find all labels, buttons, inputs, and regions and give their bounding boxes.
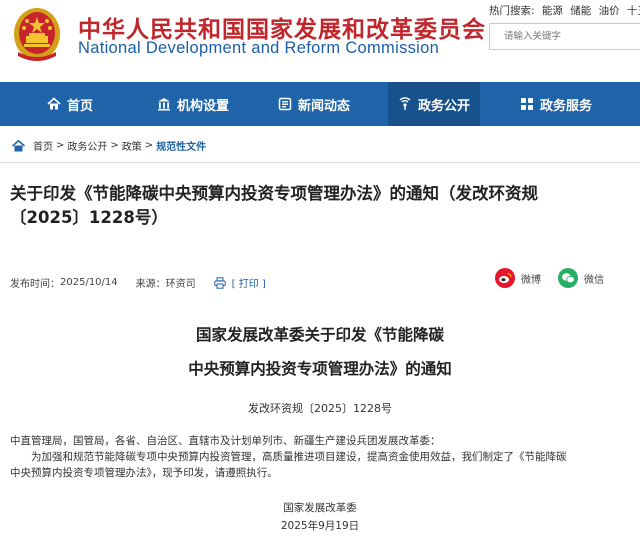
source-label: 来源：: [135, 279, 166, 290]
building-icon: [158, 98, 170, 111]
share-weibo-label: 微博: [521, 274, 541, 286]
nav-item-news[interactable]: 新闻动态: [278, 82, 350, 126]
breadcrumb: 首页 > 政务公开 > 政策 > 规范性文件: [12, 138, 206, 153]
breadcrumb-item-government-affairs[interactable]: 政务公开: [67, 138, 107, 153]
document-signatory: 国家发展改革委: [283, 502, 357, 514]
site-header: 中华人民共和国国家发展和改革委员会 National Development a…: [0, 0, 640, 82]
share-wechat-button[interactable]: 微信: [558, 268, 604, 288]
article-title-line: 关于印发《节能降碳中央预算内投资专项管理办法》的通知（发改环资规: [10, 184, 538, 203]
weibo-icon: [495, 268, 515, 288]
article-title: 关于印发《节能降碳中央预算内投资专项管理办法》的通知（发改环资规 〔2025〕1…: [10, 182, 610, 230]
breadcrumb-separator: >: [56, 140, 65, 151]
nav-item-organization[interactable]: 机构设置: [157, 82, 229, 126]
hot-search-term[interactable]: 能源: [542, 5, 563, 17]
divider: [0, 162, 640, 163]
breadcrumb-separator: >: [144, 140, 154, 151]
nav-item-home[interactable]: 首页: [47, 82, 93, 126]
news-icon: [278, 97, 292, 111]
nav-item-services[interactable]: 政务服务: [520, 82, 592, 126]
hot-search-term[interactable]: 油价: [599, 5, 620, 17]
home-icon: [47, 97, 61, 110]
nav-item-label: 机构设置: [177, 98, 230, 114]
hot-search-term[interactable]: 十五五: [627, 5, 640, 17]
hot-search: 热门搜索: 能源 储能 油价 十五五: [489, 3, 640, 18]
document-heading-line: 国家发展改革委关于印发《节能降碳: [195, 326, 444, 344]
main-nav: 首页 机构设置 新闻动态 政务公开 政务服务: [0, 82, 640, 126]
site-name-en[interactable]: National Development and Reform Commissi…: [78, 39, 439, 58]
document-recipients: 中直管理局，国管局，各省、自治区、直辖市及计划单列市、新疆生产建设兵团发展改革委…: [10, 435, 441, 447]
print-label: [ 打印 ]: [231, 279, 266, 290]
breadcrumb-separator: >: [110, 140, 119, 151]
share-wechat-label: 微信: [584, 274, 604, 286]
printer-icon: [213, 276, 226, 289]
wechat-icon: [558, 268, 578, 288]
print-button[interactable]: [ 打印 ]: [213, 275, 266, 290]
hot-search-term[interactable]: 储能: [570, 5, 591, 17]
nav-item-label: 新闻动态: [298, 98, 351, 114]
publish-time: 2025/10/14: [60, 277, 118, 288]
document-body-line: 为加强和规范节能降碳专项中央预算内投资管理，高质量推进项目建设，提高资金使用效益…: [31, 451, 567, 463]
breadcrumb-item-current[interactable]: 规范性文件: [156, 138, 206, 153]
home-icon[interactable]: [12, 139, 25, 152]
breadcrumb-item-policy[interactable]: 政策: [122, 138, 142, 153]
document-date: 2025年9月19日: [280, 520, 360, 532]
publish-time-label: 发布时间：: [10, 279, 60, 290]
document-number: 发改环资规〔2025〕1228号: [248, 402, 392, 415]
search-input[interactable]: [490, 24, 640, 49]
nav-item-label: 政务公开: [418, 98, 471, 114]
search-box: [489, 23, 640, 50]
nav-item-label: 首页: [67, 98, 94, 114]
nav-item-government-affairs[interactable]: 政务公开: [388, 82, 481, 126]
broadcast-icon: [399, 97, 411, 110]
document-body-line: 中央预算内投资专项管理办法》，现予印发，请遵照执行。: [10, 467, 278, 479]
nav-item-label: 政务服务: [540, 98, 593, 114]
source: 环资司: [165, 279, 196, 290]
breadcrumb-item-home[interactable]: 首页: [33, 138, 53, 153]
grid-icon: [521, 98, 533, 110]
document-heading-line: 中央预算内投资专项管理办法》的通知: [188, 360, 452, 378]
national-emblem-icon[interactable]: [12, 6, 62, 62]
article-meta: 发布时间： 2025/10/14 来源： 环资司 [ 打印 ]: [10, 275, 266, 290]
hot-search-label: 热门搜索:: [489, 5, 535, 17]
share-weibo-button[interactable]: 微博: [495, 268, 541, 288]
article-title-line: 〔2025〕1228号）: [10, 208, 168, 227]
